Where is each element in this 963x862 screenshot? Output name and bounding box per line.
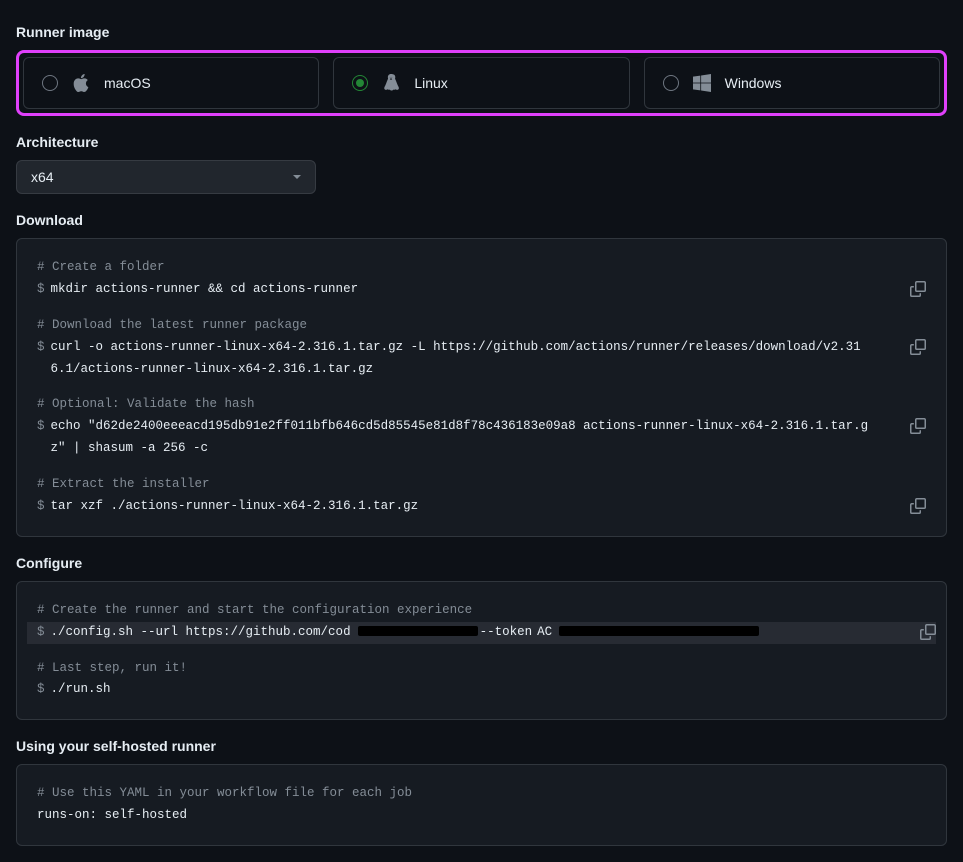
architecture-selected-value: x64 (31, 169, 54, 185)
runner-image-option-windows[interactable]: Windows (644, 57, 940, 109)
download-code-block: # Create a folder $ mkdir actions-runner… (16, 238, 947, 537)
apple-icon (72, 74, 90, 92)
copy-button[interactable] (910, 339, 926, 364)
shell-prompt: $ (37, 337, 45, 381)
linux-icon (382, 74, 400, 92)
using-code-block: # Use this YAML in your workflow file fo… (16, 764, 947, 846)
runner-image-option-label: Linux (414, 75, 447, 91)
chevron-down-icon (293, 175, 301, 179)
copy-icon (920, 624, 936, 640)
copy-button[interactable] (910, 281, 926, 306)
using-label: Using your self-hosted runner (16, 738, 947, 754)
architecture-label: Architecture (16, 134, 947, 150)
shell-command: echo "d62de2400eeeacd195db91e2ff011bfb64… (51, 416, 871, 460)
code-comment: # Download the latest runner package (37, 315, 307, 337)
runner-image-option-macos[interactable]: macOS (23, 57, 319, 109)
code-comment: # Use this YAML in your workflow file fo… (37, 783, 412, 805)
runner-image-option-linux[interactable]: Linux (333, 57, 629, 109)
code-comment: # Last step, run it! (37, 658, 187, 680)
shell-command: ./run.sh (51, 679, 111, 701)
runner-image-option-label: macOS (104, 75, 151, 91)
redacted-text (559, 626, 759, 636)
runner-image-highlight: macOS Linux Windows (16, 50, 947, 116)
architecture-select[interactable]: x64 (16, 160, 316, 194)
code-comment: # Extract the installer (37, 474, 210, 496)
runner-image-option-label: Windows (725, 75, 782, 91)
shell-prompt: $ (37, 622, 45, 644)
shell-prompt: $ (37, 416, 45, 460)
code-comment: # Create the runner and start the config… (37, 600, 472, 622)
windows-icon (693, 74, 711, 92)
copy-icon (910, 281, 926, 297)
copy-icon (910, 498, 926, 514)
configure-label: Configure (16, 555, 947, 571)
copy-button[interactable] (910, 418, 926, 443)
copy-icon (910, 418, 926, 434)
copy-button[interactable] (920, 624, 936, 649)
redacted-text (358, 626, 478, 636)
shell-command: curl -o actions-runner-linux-x64-2.316.1… (51, 337, 871, 381)
copy-icon (910, 339, 926, 355)
shell-prompt: $ (37, 679, 45, 701)
yaml-line: runs-on: self-hosted (37, 805, 187, 827)
runner-image-label: Runner image (16, 24, 947, 40)
radio-unselected-icon (42, 75, 58, 91)
radio-selected-icon (352, 75, 368, 91)
download-label: Download (16, 212, 947, 228)
copy-button[interactable] (910, 498, 926, 523)
code-comment: # Optional: Validate the hash (37, 394, 255, 416)
code-comment: # Create a folder (37, 257, 165, 279)
shell-command: tar xzf ./actions-runner-linux-x64-2.316… (51, 496, 419, 518)
shell-command: mkdir actions-runner && cd actions-runne… (51, 279, 359, 301)
shell-prompt: $ (37, 279, 45, 301)
shell-command-config: ./config.sh --url https://github.com/cod… (51, 622, 762, 644)
radio-unselected-icon (663, 75, 679, 91)
configure-code-block: # Create the runner and start the config… (16, 581, 947, 721)
shell-prompt: $ (37, 496, 45, 518)
